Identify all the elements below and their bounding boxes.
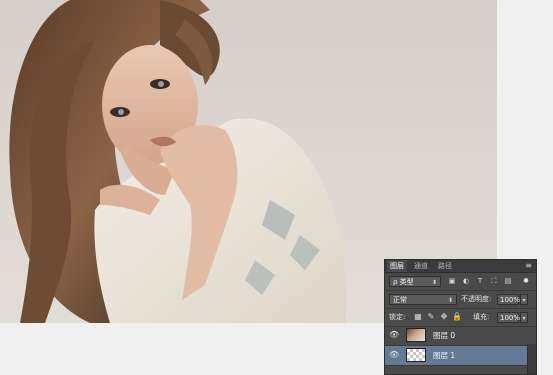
blend-opacity-row: 正常 ⬍ 不透明度: 100% ▾ [385,291,536,309]
fill-input[interactable]: 100% [497,312,520,323]
layer-row[interactable]: 👁 图层 0 [385,326,528,346]
eye-icon[interactable]: 👁 [389,351,399,359]
shape-filter-icon[interactable]: ⛶ [489,276,499,286]
panel-menu-icon[interactable]: ≡ [525,261,532,270]
smart-object-filter-icon[interactable]: ▤ [503,276,513,286]
fill-label: 填充: [473,313,490,321]
fill-stepper[interactable]: ▾ [520,312,528,323]
lock-paint-icon[interactable]: ✎ [426,312,436,322]
layer-thumbnail [406,328,426,342]
filter-kind-label: ρ 类型 [393,278,414,286]
tab-layers[interactable]: 图层 [387,260,407,272]
lock-label: 锁定: [389,313,406,321]
layer-row-selected[interactable]: 👁 图层 1 [385,346,528,366]
tab-paths[interactable]: 路径 [435,260,455,272]
filter-toggle-icon[interactable]: ● [521,276,531,286]
blend-mode-value: 正常 [393,296,407,304]
eye-icon[interactable]: 👁 [389,331,399,339]
panel-tabs: 图层 通道 路径 ≡ [385,260,536,273]
layers-panel: 图层 通道 路径 ≡ ρ 类型 ⬍ ▣ ◐ T ⛶ ▤ ● 正常 ⬍ 不透明度:… [384,259,537,375]
chevron-down-icon: ⬍ [447,297,453,304]
opacity-input[interactable]: 100% [497,294,520,305]
filter-kind-select[interactable]: ρ 类型 ⬍ [389,276,441,287]
lock-fill-row: 锁定: ▦ ✎ ✥ 🔒 填充: 100% ▾ [385,309,536,327]
opacity-label: 不透明度: [461,295,492,303]
pixel-filter-icon[interactable]: ▣ [447,276,457,286]
layer-thumbnail [406,348,426,362]
layer-name: 图层 1 [433,351,456,360]
blend-mode-select[interactable]: 正常 ⬍ [389,294,457,305]
layer-name: 图层 0 [433,331,456,340]
tab-channels[interactable]: 通道 [411,260,431,272]
lock-move-icon[interactable]: ✥ [439,312,449,322]
chevron-down-icon: ⬍ [431,279,437,286]
filter-row: ρ 类型 ⬍ ▣ ◐ T ⛶ ▤ ● [385,273,536,291]
type-filter-icon[interactable]: T [475,276,485,286]
adjustment-filter-icon[interactable]: ◐ [461,276,471,286]
opacity-stepper[interactable]: ▾ [520,294,528,305]
lock-all-icon[interactable]: 🔒 [452,312,462,322]
lock-transparent-icon[interactable]: ▦ [413,312,423,322]
scrollbar[interactable] [527,344,536,374]
